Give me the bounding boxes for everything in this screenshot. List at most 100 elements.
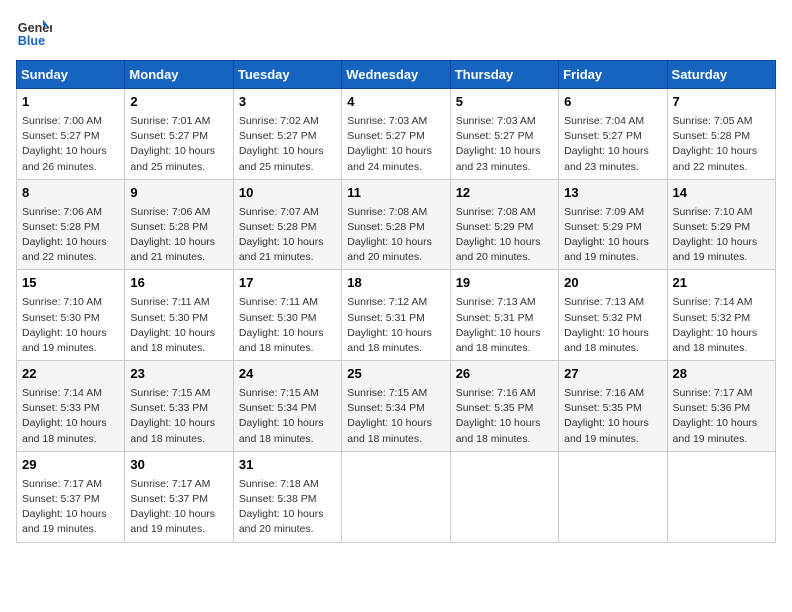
calendar-cell: 18 Sunrise: 7:12 AM Sunset: 5:31 PM Dayli…: [342, 270, 450, 361]
day-info: Sunrise: 7:06 AM Sunset: 5:28 PM Dayligh…: [130, 205, 227, 266]
calendar-cell: 1 Sunrise: 7:00 AM Sunset: 5:27 PM Daylig…: [17, 89, 125, 180]
dow-header-monday: Monday: [125, 61, 233, 89]
day-info: Sunrise: 7:06 AM Sunset: 5:28 PM Dayligh…: [22, 205, 119, 266]
calendar-cell: 30Sunrise: 7:17 AM Sunset: 5:37 PM Dayli…: [125, 451, 233, 542]
calendar-cell: 16 Sunrise: 7:11 AM Sunset: 5:30 PM Dayli…: [125, 270, 233, 361]
header: General Blue: [16, 16, 776, 52]
day-number: 20: [564, 274, 661, 293]
day-info: Sunrise: 7:05 AM Sunset: 5:28 PM Dayligh…: [673, 114, 770, 175]
day-info: Sunrise: 7:11 AM Sunset: 5:30 PM Dayligh…: [239, 295, 336, 356]
days-of-week-row: SundayMondayTuesdayWednesdayThursdayFrid…: [17, 61, 776, 89]
calendar-cell: 15 Sunrise: 7:10 AM Sunset: 5:30 PM Dayli…: [17, 270, 125, 361]
logo: General Blue: [16, 16, 56, 52]
day-info: Sunrise: 7:15 AM Sunset: 5:34 PM Dayligh…: [239, 386, 336, 447]
day-number: 27: [564, 365, 661, 384]
day-info: Sunrise: 7:16 AM Sunset: 5:35 PM Dayligh…: [456, 386, 553, 447]
week-row-1: 1 Sunrise: 7:00 AM Sunset: 5:27 PM Daylig…: [17, 89, 776, 180]
calendar-cell: 10 Sunrise: 7:07 AM Sunset: 5:28 PM Dayli…: [233, 179, 341, 270]
day-number: 3: [239, 93, 336, 112]
calendar-cell: 19Sunrise: 7:13 AM Sunset: 5:31 PM Dayli…: [450, 270, 558, 361]
dow-header-tuesday: Tuesday: [233, 61, 341, 89]
calendar-cell: 5Sunrise: 7:03 AM Sunset: 5:27 PM Daylig…: [450, 89, 558, 180]
calendar-cell: [450, 451, 558, 542]
day-info: Sunrise: 7:15 AM Sunset: 5:34 PM Dayligh…: [347, 386, 444, 447]
day-number: 22: [22, 365, 119, 384]
day-info: Sunrise: 7:17 AM Sunset: 5:36 PM Dayligh…: [673, 386, 770, 447]
day-info: Sunrise: 7:08 AM Sunset: 5:29 PM Dayligh…: [456, 205, 553, 266]
day-number: 14: [673, 184, 770, 203]
day-number: 8: [22, 184, 119, 203]
day-number: 13: [564, 184, 661, 203]
calendar-cell: 11 Sunrise: 7:08 AM Sunset: 5:28 PM Dayli…: [342, 179, 450, 270]
day-number: 21: [673, 274, 770, 293]
day-info: Sunrise: 7:15 AM Sunset: 5:33 PM Dayligh…: [130, 386, 227, 447]
calendar-cell: 28 Sunrise: 7:17 AM Sunset: 5:36 PM Dayli…: [667, 361, 775, 452]
day-number: 10: [239, 184, 336, 203]
calendar-cell: 25 Sunrise: 7:15 AM Sunset: 5:34 PM Dayli…: [342, 361, 450, 452]
calendar-cell: 4 Sunrise: 7:03 AM Sunset: 5:27 PM Daylig…: [342, 89, 450, 180]
day-number: 16: [130, 274, 227, 293]
day-number: 29: [22, 456, 119, 475]
day-info: Sunrise: 7:07 AM Sunset: 5:28 PM Dayligh…: [239, 205, 336, 266]
calendar-cell: 9Sunrise: 7:06 AM Sunset: 5:28 PM Daylig…: [125, 179, 233, 270]
day-number: 24: [239, 365, 336, 384]
calendar-cell: 6 Sunrise: 7:04 AM Sunset: 5:27 PM Daylig…: [559, 89, 667, 180]
day-number: 5: [456, 93, 553, 112]
day-number: 7: [673, 93, 770, 112]
day-info: Sunrise: 7:03 AM Sunset: 5:27 PM Dayligh…: [347, 114, 444, 175]
calendar-cell: 24 Sunrise: 7:15 AM Sunset: 5:34 PM Dayli…: [233, 361, 341, 452]
calendar-cell: 12 Sunrise: 7:08 AM Sunset: 5:29 PM Dayli…: [450, 179, 558, 270]
day-info: Sunrise: 7:04 AM Sunset: 5:27 PM Dayligh…: [564, 114, 661, 175]
calendar-cell: 26 Sunrise: 7:16 AM Sunset: 5:35 PM Dayli…: [450, 361, 558, 452]
week-row-3: 15 Sunrise: 7:10 AM Sunset: 5:30 PM Dayli…: [17, 270, 776, 361]
day-number: 4: [347, 93, 444, 112]
week-row-4: 22 Sunrise: 7:14 AM Sunset: 5:33 PM Dayli…: [17, 361, 776, 452]
calendar-cell: 17Sunrise: 7:11 AM Sunset: 5:30 PM Dayli…: [233, 270, 341, 361]
calendar-cell: 23 Sunrise: 7:15 AM Sunset: 5:33 PM Dayli…: [125, 361, 233, 452]
day-number: 28: [673, 365, 770, 384]
svg-text:Blue: Blue: [18, 34, 45, 48]
day-info: Sunrise: 7:12 AM Sunset: 5:31 PM Dayligh…: [347, 295, 444, 356]
calendar-cell: [559, 451, 667, 542]
week-row-2: 8 Sunrise: 7:06 AM Sunset: 5:28 PM Daylig…: [17, 179, 776, 270]
day-info: Sunrise: 7:16 AM Sunset: 5:35 PM Dayligh…: [564, 386, 661, 447]
calendar-table: SundayMondayTuesdayWednesdayThursdayFrid…: [16, 60, 776, 543]
dow-header-sunday: Sunday: [17, 61, 125, 89]
day-info: Sunrise: 7:01 AM Sunset: 5:27 PM Dayligh…: [130, 114, 227, 175]
calendar-cell: 27 Sunrise: 7:16 AM Sunset: 5:35 PM Dayli…: [559, 361, 667, 452]
day-number: 18: [347, 274, 444, 293]
calendar-cell: 8 Sunrise: 7:06 AM Sunset: 5:28 PM Daylig…: [17, 179, 125, 270]
dow-header-saturday: Saturday: [667, 61, 775, 89]
day-number: 15: [22, 274, 119, 293]
calendar-cell: 22 Sunrise: 7:14 AM Sunset: 5:33 PM Dayli…: [17, 361, 125, 452]
day-info: Sunrise: 7:17 AM Sunset: 5:37 PM Dayligh…: [130, 477, 227, 538]
calendar-cell: 13 Sunrise: 7:09 AM Sunset: 5:29 PM Dayli…: [559, 179, 667, 270]
day-info: Sunrise: 7:17 AM Sunset: 5:37 PM Dayligh…: [22, 477, 119, 538]
day-info: Sunrise: 7:09 AM Sunset: 5:29 PM Dayligh…: [564, 205, 661, 266]
day-number: 1: [22, 93, 119, 112]
day-number: 31: [239, 456, 336, 475]
week-row-5: 29 Sunrise: 7:17 AM Sunset: 5:37 PM Dayli…: [17, 451, 776, 542]
dow-header-friday: Friday: [559, 61, 667, 89]
day-info: Sunrise: 7:00 AM Sunset: 5:27 PM Dayligh…: [22, 114, 119, 175]
day-info: Sunrise: 7:14 AM Sunset: 5:33 PM Dayligh…: [22, 386, 119, 447]
day-number: 12: [456, 184, 553, 203]
calendar-cell: [667, 451, 775, 542]
day-number: 11: [347, 184, 444, 203]
day-info: Sunrise: 7:14 AM Sunset: 5:32 PM Dayligh…: [673, 295, 770, 356]
calendar-cell: [342, 451, 450, 542]
day-number: 26: [456, 365, 553, 384]
day-number: 25: [347, 365, 444, 384]
day-number: 19: [456, 274, 553, 293]
day-number: 2: [130, 93, 227, 112]
day-info: Sunrise: 7:11 AM Sunset: 5:30 PM Dayligh…: [130, 295, 227, 356]
logo-icon: General Blue: [16, 16, 52, 52]
day-number: 23: [130, 365, 227, 384]
day-number: 6: [564, 93, 661, 112]
day-info: Sunrise: 7:08 AM Sunset: 5:28 PM Dayligh…: [347, 205, 444, 266]
day-info: Sunrise: 7:18 AM Sunset: 5:38 PM Dayligh…: [239, 477, 336, 538]
calendar-cell: 7 Sunrise: 7:05 AM Sunset: 5:28 PM Daylig…: [667, 89, 775, 180]
calendar-cell: 14Sunrise: 7:10 AM Sunset: 5:29 PM Dayli…: [667, 179, 775, 270]
day-info: Sunrise: 7:10 AM Sunset: 5:30 PM Dayligh…: [22, 295, 119, 356]
calendar-cell: 31 Sunrise: 7:18 AM Sunset: 5:38 PM Dayli…: [233, 451, 341, 542]
